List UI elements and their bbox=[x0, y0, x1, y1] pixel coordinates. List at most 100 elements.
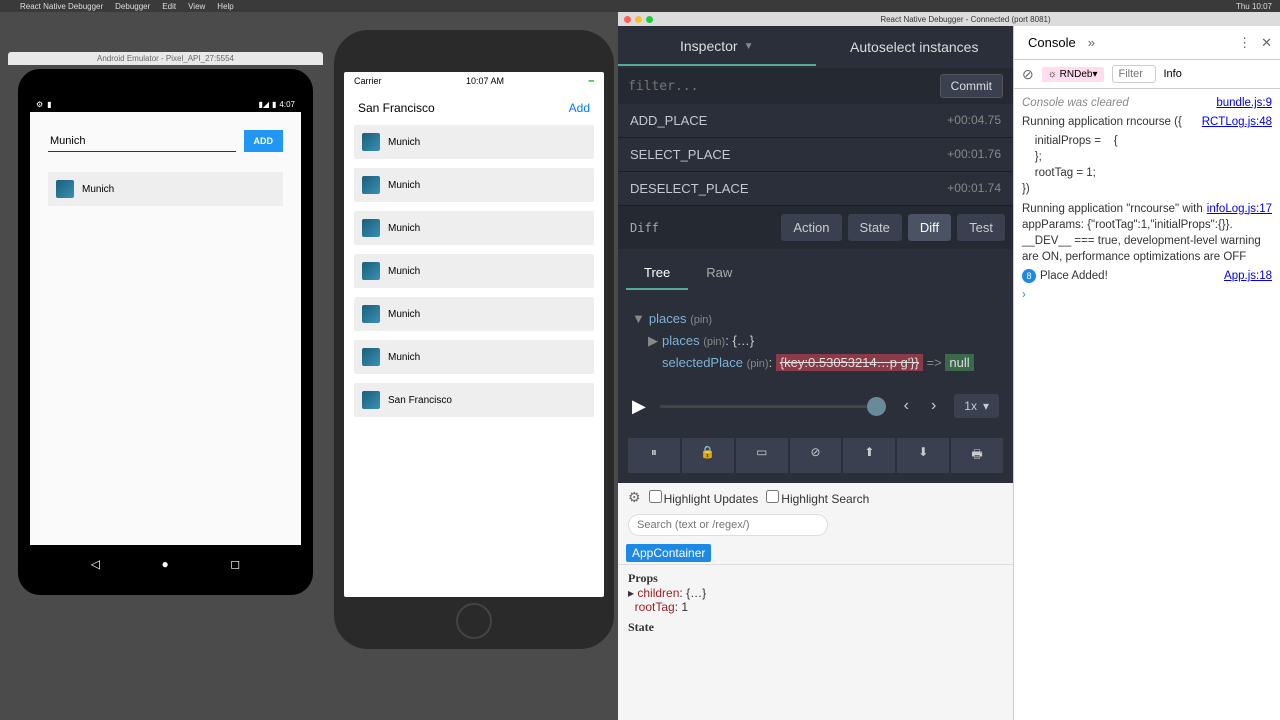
battery-icon: ▮ bbox=[272, 100, 276, 109]
close-icon[interactable] bbox=[624, 16, 631, 23]
clear-icon[interactable]: ⊘ bbox=[1022, 66, 1034, 83]
list-item[interactable]: Munich bbox=[354, 297, 594, 331]
add-button[interactable]: ADD bbox=[244, 130, 284, 152]
highlight-updates-checkbox[interactable]: Highlight Updates bbox=[649, 490, 759, 506]
place-thumb bbox=[362, 176, 380, 194]
menu-edit[interactable]: Edit bbox=[162, 2, 176, 11]
react-devtools: ⚙ Highlight Updates Highlight Search App… bbox=[618, 483, 1013, 720]
diff-tree: ▼places (pin) ▶places (pin): {…} selecte… bbox=[618, 298, 1013, 384]
inspector-tab[interactable]: Inspector▼ bbox=[618, 28, 816, 66]
list-item[interactable]: Munich bbox=[354, 168, 594, 202]
ios-status-bar: Carrier 10:07 AM ━ bbox=[344, 72, 604, 91]
source-link[interactable]: RCTLog.js:48 bbox=[1202, 114, 1272, 130]
menu-help[interactable]: Help bbox=[217, 2, 233, 11]
gear-icon: ⚙ bbox=[36, 100, 43, 109]
place-thumb bbox=[362, 348, 380, 366]
menu-icon[interactable]: ⋮ bbox=[1238, 35, 1251, 51]
source-link[interactable]: infoLog.js:17 bbox=[1207, 201, 1272, 217]
place-thumb bbox=[56, 180, 74, 198]
search-input[interactable] bbox=[628, 514, 828, 536]
playback-slider[interactable] bbox=[660, 405, 886, 408]
battery-icon: ━ bbox=[589, 76, 594, 87]
home-icon[interactable]: ● bbox=[162, 557, 169, 571]
pause-icon[interactable]: ⏸ bbox=[628, 438, 680, 473]
android-window-title: Android Emulator - Pixel_API_27:5554 bbox=[8, 52, 323, 65]
place-input[interactable]: San Francisco bbox=[358, 101, 435, 115]
source-link[interactable]: App.js:18 bbox=[1224, 268, 1272, 284]
home-button[interactable] bbox=[456, 603, 492, 639]
raw-subtab[interactable]: Raw bbox=[688, 257, 750, 290]
place-thumb bbox=[362, 219, 380, 237]
prev-icon[interactable]: ‹ bbox=[900, 397, 913, 415]
action-row[interactable]: SELECT_PLACE+00:01.76 bbox=[618, 138, 1013, 172]
list-item[interactable]: Munich bbox=[354, 340, 594, 374]
android-status-bar: ⚙ ▮ ▮◢ ▮ 4:07 bbox=[30, 97, 301, 112]
triangle-down-icon[interactable]: ▼ bbox=[632, 311, 645, 326]
test-btn[interactable]: Test bbox=[957, 214, 1005, 241]
play-icon[interactable]: ▶ bbox=[632, 396, 646, 417]
menubar-clock: Thu 10:07 bbox=[1236, 2, 1272, 11]
state-btn[interactable]: State bbox=[848, 214, 902, 241]
place-input[interactable] bbox=[48, 131, 236, 152]
chevron-down-icon: ▾ bbox=[983, 399, 989, 413]
back-icon[interactable]: ◁ bbox=[91, 557, 100, 571]
action-btn[interactable]: Action bbox=[781, 214, 841, 241]
console-tab[interactable]: Console bbox=[1022, 32, 1082, 53]
place-thumb bbox=[362, 133, 380, 151]
place-thumb bbox=[362, 262, 380, 280]
filter-input[interactable] bbox=[628, 79, 940, 94]
tree-subtab[interactable]: Tree bbox=[626, 257, 688, 290]
redux-panel: Inspector▼ Autoselect instances Commit A… bbox=[618, 26, 1013, 720]
window-icon[interactable]: ▭ bbox=[736, 438, 788, 473]
minimize-icon[interactable] bbox=[635, 16, 642, 23]
expand-icon[interactable]: » bbox=[1088, 35, 1095, 50]
props-label: Props bbox=[628, 571, 1003, 586]
status-time: 4:07 bbox=[279, 100, 295, 109]
close-icon[interactable]: ✕ bbox=[1261, 35, 1272, 51]
menubar-app: React Native Debugger bbox=[20, 2, 103, 11]
android-nav: ◁ ● ◻ bbox=[30, 545, 301, 577]
menu-debugger[interactable]: Debugger bbox=[115, 2, 150, 11]
list-item[interactable]: Munich bbox=[354, 125, 594, 159]
list-item[interactable]: San Francisco bbox=[354, 383, 594, 417]
console-prompt[interactable]: › bbox=[1022, 287, 1272, 303]
filter-input[interactable] bbox=[1112, 65, 1156, 83]
recent-icon[interactable]: ◻ bbox=[230, 557, 240, 571]
download-icon[interactable]: ⬇ bbox=[897, 438, 949, 473]
next-icon[interactable]: › bbox=[927, 397, 940, 415]
action-row[interactable]: DESELECT_PLACE+00:01.74 bbox=[618, 172, 1013, 206]
print-icon[interactable]: 🖶 bbox=[951, 438, 1003, 473]
action-row[interactable]: ADD_PLACE+00:04.75 bbox=[618, 104, 1013, 138]
window-title: React Native Debugger - Connected (port … bbox=[657, 15, 1274, 24]
info-label[interactable]: Info bbox=[1164, 68, 1182, 80]
triangle-right-icon[interactable]: ▶ bbox=[648, 333, 658, 348]
count-badge: 8 bbox=[1022, 269, 1036, 283]
autoselect-tab[interactable]: Autoselect instances bbox=[816, 29, 1014, 65]
menu-view[interactable]: View bbox=[188, 2, 205, 11]
list-item[interactable]: Munich bbox=[354, 254, 594, 288]
chevron-down-icon: ▼ bbox=[744, 41, 754, 52]
commit-button[interactable]: Commit bbox=[940, 74, 1003, 98]
debugger-window: React Native Debugger - Connected (port … bbox=[618, 12, 1280, 720]
lock-icon[interactable]: 🔒 bbox=[682, 438, 734, 473]
add-button[interactable]: Add bbox=[569, 101, 590, 115]
context-select[interactable]: ☼ RNDeb▾ bbox=[1042, 67, 1104, 82]
highlight-search-checkbox[interactable]: Highlight Search bbox=[766, 490, 869, 506]
diff-btn[interactable]: Diff bbox=[908, 214, 951, 241]
redux-toolbar: ⏸ 🔒 ▭ ⊘ ⬆ ⬇ 🖶 bbox=[618, 428, 1013, 483]
list-item[interactable]: Munich bbox=[354, 211, 594, 245]
speed-select[interactable]: 1x▾ bbox=[954, 394, 999, 418]
tree-root[interactable]: AppContainer bbox=[626, 544, 711, 562]
console-panel: Console » ⋮ ✕ ⊘ ☼ RNDeb▾ Info bundle.js:… bbox=[1013, 26, 1280, 720]
disable-icon[interactable]: ⊘ bbox=[790, 438, 842, 473]
ios-simulator: Carrier 10:07 AM ━ San Francisco Add Mun… bbox=[334, 30, 614, 649]
source-link[interactable]: bundle.js:9 bbox=[1216, 95, 1272, 111]
android-emulator-window: Android Emulator - Pixel_API_27:5554 ⚙ ▮… bbox=[8, 52, 323, 595]
gear-icon[interactable]: ⚙ bbox=[628, 489, 641, 506]
signal-icon: ▮◢ bbox=[258, 100, 269, 109]
place-thumb bbox=[362, 391, 380, 409]
maximize-icon[interactable] bbox=[646, 16, 653, 23]
place-thumb bbox=[362, 305, 380, 323]
list-item[interactable]: Munich bbox=[48, 172, 283, 206]
upload-icon[interactable]: ⬆ bbox=[843, 438, 895, 473]
